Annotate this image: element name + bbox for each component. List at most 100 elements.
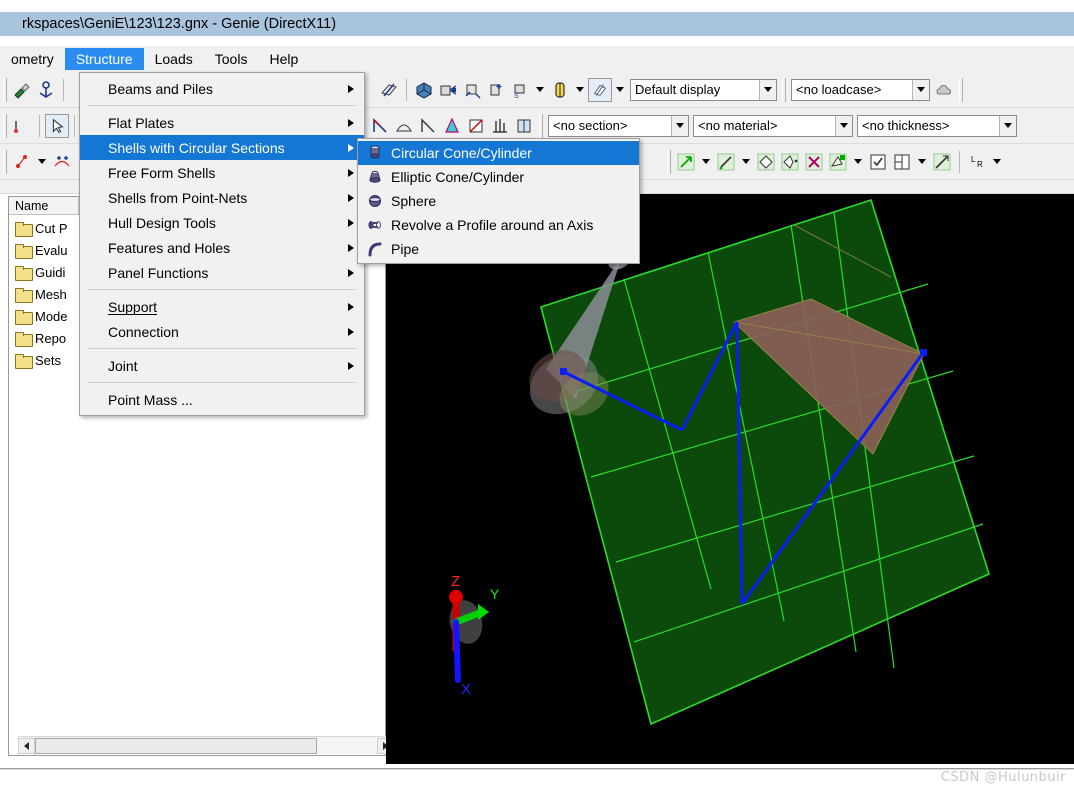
menu-item-label: Features and Holes xyxy=(108,239,231,256)
chevron-down-icon[interactable] xyxy=(835,115,852,136)
anchor-icon[interactable] xyxy=(34,78,58,102)
axis-label-z: Z xyxy=(451,573,460,590)
chevron-down-icon[interactable] xyxy=(702,159,710,164)
pile-select-icon[interactable] xyxy=(488,114,512,138)
3d-viewport[interactable]: Z Y X xyxy=(386,194,1074,764)
mesh-delete-icon[interactable] xyxy=(802,150,826,174)
cloud-icon[interactable] xyxy=(932,78,956,102)
mesh-expand-icon[interactable] xyxy=(754,150,778,174)
scrollbar-track[interactable] xyxy=(35,737,377,754)
menu-item-beams-and-piles[interactable]: Beams and Piles xyxy=(80,76,364,101)
menu-item-shells-from-point-nets[interactable]: Shells from Point-Nets xyxy=(80,185,364,210)
menu-item-hull-design-tools[interactable]: Hull Design Tools xyxy=(80,210,364,235)
menu-separator xyxy=(88,382,356,383)
chevron-down-icon[interactable] xyxy=(918,159,926,164)
support-select-icon[interactable] xyxy=(440,114,464,138)
rotate-cube-icon[interactable] xyxy=(460,78,484,102)
tree-horizontal-scrollbar[interactable] xyxy=(18,736,394,754)
mesh-check-icon[interactable] xyxy=(866,150,890,174)
mesh-fill-icon[interactable] xyxy=(826,150,850,174)
plate-select-icon[interactable] xyxy=(464,114,488,138)
menu-item-flat-plates[interactable]: Flat Plates xyxy=(80,110,364,135)
chevron-down-icon[interactable] xyxy=(999,115,1016,136)
measure-icon[interactable] xyxy=(10,114,34,138)
submenu-item-revolve-profile[interactable]: Revolve a Profile around an Axis xyxy=(358,213,639,237)
cube-shade-icon[interactable]: S xyxy=(508,78,532,102)
toolbar-separator xyxy=(63,78,64,101)
menu-tools[interactable]: Tools xyxy=(204,48,259,70)
menu-separator xyxy=(88,289,356,290)
material-combo[interactable]: <no material> xyxy=(693,114,853,137)
thickness-combo[interactable]: <no thickness> xyxy=(857,114,1017,137)
menu-item-support[interactable]: Support xyxy=(80,294,364,319)
chevron-down-icon[interactable] xyxy=(993,159,1001,164)
mesh-hide-icon[interactable] xyxy=(930,150,954,174)
toolbar-grip[interactable] xyxy=(782,77,786,102)
toolbar-grip[interactable] xyxy=(3,77,7,102)
submenu-item-circular-cone-cylinder[interactable]: Circular Cone/Cylinder xyxy=(358,141,639,165)
mesh-point-icon[interactable] xyxy=(714,150,738,174)
chevron-right-icon xyxy=(348,193,354,202)
menu-structure[interactable]: Structure xyxy=(64,48,144,70)
chevron-down-icon[interactable] xyxy=(576,87,584,92)
submenu-item-pipe[interactable]: Pipe xyxy=(358,237,639,261)
pipe-icon xyxy=(366,240,384,258)
section-combo[interactable]: <no section> xyxy=(548,114,689,137)
submenu-item-label: Circular Cone/Cylinder xyxy=(391,145,532,161)
shell-select-icon[interactable] xyxy=(392,114,416,138)
submenu-item-elliptic-cone-cylinder[interactable]: Elliptic Cone/Cylinder xyxy=(358,165,639,189)
toolbar-grip[interactable] xyxy=(667,149,671,174)
toolbar-grip[interactable] xyxy=(3,149,7,174)
menu-loads[interactable]: Loads xyxy=(144,48,204,70)
chevron-right-icon xyxy=(348,302,354,311)
toolbar-separator xyxy=(74,114,75,137)
toolbar-grip[interactable] xyxy=(959,77,963,102)
display-combo[interactable]: Default display xyxy=(630,78,777,101)
submenu-item-sphere[interactable]: Sphere xyxy=(358,189,639,213)
mesh-node-icon[interactable] xyxy=(778,150,802,174)
cube-add-icon[interactable] xyxy=(484,78,508,102)
toolbar-grip[interactable] xyxy=(3,113,7,138)
local-axes-icon[interactable]: LR xyxy=(965,150,989,174)
curve-points-icon[interactable] xyxy=(50,150,74,174)
chevron-down-icon[interactable] xyxy=(536,87,544,92)
paint-brush-icon[interactable] xyxy=(10,78,34,102)
chevron-down-icon[interactable] xyxy=(912,79,929,100)
chevron-down-icon[interactable] xyxy=(854,159,862,164)
chevron-down-icon[interactable] xyxy=(38,159,46,164)
menu-item-features-and-holes[interactable]: Features and Holes xyxy=(80,235,364,260)
menu-item-shells-with-circular-sections[interactable]: Shells with Circular Sections xyxy=(80,135,364,160)
tree-column-name[interactable]: Name xyxy=(9,197,79,214)
loadcase-combo[interactable]: <no loadcase> xyxy=(791,78,930,101)
mesh-split-icon[interactable] xyxy=(890,150,914,174)
display-mode-icon[interactable] xyxy=(588,77,612,102)
mesh-arrow-icon[interactable] xyxy=(674,150,698,174)
point-marker-icon[interactable] xyxy=(10,150,34,174)
cube-extrude-icon[interactable] xyxy=(436,78,460,102)
menu-item-free-form-shells[interactable]: Free Form Shells xyxy=(80,160,364,185)
menu-item-point-mass[interactable]: Point Mass ... xyxy=(80,387,364,412)
menu-item-joint[interactable]: Joint xyxy=(80,353,364,378)
tree-item-label: Mode xyxy=(35,308,68,324)
chevron-down-icon[interactable] xyxy=(671,115,688,136)
structure-select-icon[interactable] xyxy=(512,114,536,138)
chevron-down-icon[interactable] xyxy=(616,87,624,92)
chevron-down-icon[interactable] xyxy=(742,159,750,164)
chevron-down-icon[interactable] xyxy=(759,79,776,100)
pointer-select-icon[interactable] xyxy=(45,113,69,138)
scrollbar-thumb[interactable] xyxy=(35,737,317,754)
wireframe-cube-icon[interactable] xyxy=(548,78,572,102)
menu-item-panel-functions[interactable]: Panel Functions xyxy=(80,260,364,285)
cut-plane-icon[interactable] xyxy=(377,78,401,102)
solid-cube-icon[interactable] xyxy=(412,78,436,102)
menu-geometry[interactable]: ometry xyxy=(0,48,65,70)
beam-select-icon[interactable] xyxy=(368,114,392,138)
menu-help[interactable]: Help xyxy=(258,48,309,70)
cylinder-icon xyxy=(366,144,384,162)
toolbar-grip[interactable] xyxy=(539,113,543,138)
menu-item-connection[interactable]: Connection xyxy=(80,319,364,344)
chevron-right-icon xyxy=(348,361,354,370)
node-select-icon[interactable] xyxy=(416,114,440,138)
scroll-left-button[interactable] xyxy=(18,737,35,754)
menu-item-label: Hull Design Tools xyxy=(108,214,216,231)
